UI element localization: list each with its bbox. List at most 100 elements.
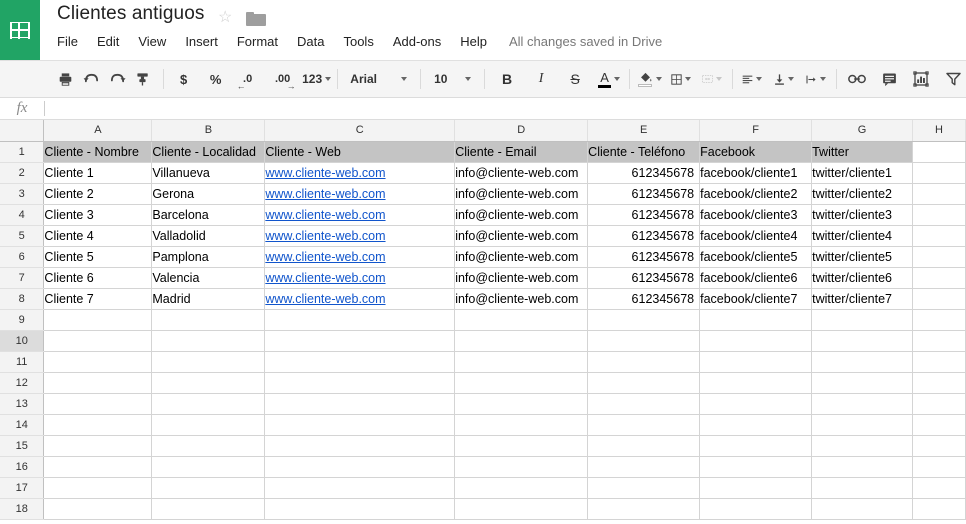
menu-item-format[interactable]: Format (237, 34, 278, 49)
cell-B2[interactable]: Villanueva (152, 162, 265, 183)
row-header-2[interactable]: 2 (0, 162, 44, 183)
column-header-a[interactable]: A (44, 120, 152, 141)
cell-G5[interactable]: twitter/cliente4 (812, 225, 913, 246)
cell-E9[interactable] (588, 309, 700, 330)
row-header-18[interactable]: 18 (0, 498, 44, 519)
cell-D10[interactable] (455, 330, 588, 351)
cell-A6[interactable]: Cliente 5 (44, 246, 152, 267)
cell-G12[interactable] (812, 372, 913, 393)
cell-F12[interactable] (700, 372, 812, 393)
cell-E11[interactable] (588, 351, 700, 372)
cell-G10[interactable] (812, 330, 913, 351)
cell-E13[interactable] (588, 393, 700, 414)
cell-H10[interactable] (913, 330, 966, 351)
cell-H6[interactable] (913, 246, 966, 267)
cell-F14[interactable] (700, 414, 812, 435)
folder-icon[interactable] (246, 12, 266, 26)
cell-link[interactable]: www.cliente-web.com (265, 250, 385, 264)
horizontal-align-icon[interactable] (739, 66, 765, 92)
cell-D9[interactable] (455, 309, 588, 330)
cell-C18[interactable] (265, 498, 455, 519)
cell-E5[interactable]: 612345678 (588, 225, 700, 246)
cell-B13[interactable] (152, 393, 265, 414)
font-family-select[interactable]: Arial (344, 66, 413, 92)
cell-C1[interactable]: Cliente - Web (265, 141, 455, 162)
cell-F8[interactable]: facebook/cliente7 (700, 288, 812, 309)
borders-icon[interactable] (668, 66, 694, 92)
cell-C17[interactable] (265, 477, 455, 498)
cell-H14[interactable] (913, 414, 966, 435)
cell-E2[interactable]: 612345678 (588, 162, 700, 183)
vertical-align-icon[interactable] (771, 66, 797, 92)
cell-link[interactable]: www.cliente-web.com (265, 292, 385, 306)
row-header-8[interactable]: 8 (0, 288, 44, 309)
cell-D11[interactable] (455, 351, 588, 372)
cell-F7[interactable]: facebook/cliente6 (700, 267, 812, 288)
cell-G18[interactable] (812, 498, 913, 519)
cell-H4[interactable] (913, 204, 966, 225)
cell-F16[interactable] (700, 456, 812, 477)
cell-B12[interactable] (152, 372, 265, 393)
cell-C7[interactable]: www.cliente-web.com (265, 267, 455, 288)
cell-B9[interactable] (152, 309, 265, 330)
cell-H3[interactable] (913, 183, 966, 204)
cell-G7[interactable]: twitter/cliente6 (812, 267, 913, 288)
paint-format-icon[interactable] (130, 66, 156, 92)
cell-E6[interactable]: 612345678 (588, 246, 700, 267)
cell-A10[interactable] (44, 330, 152, 351)
cell-E10[interactable] (588, 330, 700, 351)
cell-C8[interactable]: www.cliente-web.com (265, 288, 455, 309)
cell-B4[interactable]: Barcelona (152, 204, 265, 225)
cell-B17[interactable] (152, 477, 265, 498)
number-format-button[interactable]: 123 (304, 66, 330, 92)
cell-B3[interactable]: Gerona (152, 183, 265, 204)
column-header-e[interactable]: E (588, 120, 700, 141)
decrease-decimal-button[interactable]: .0 ← (235, 66, 261, 92)
cell-A3[interactable]: Cliente 2 (44, 183, 152, 204)
cell-F2[interactable]: facebook/cliente1 (700, 162, 812, 183)
cell-D4[interactable]: info@cliente-web.com (455, 204, 588, 225)
cell-H13[interactable] (913, 393, 966, 414)
cell-B1[interactable]: Cliente - Localidad (152, 141, 265, 162)
cell-C5[interactable]: www.cliente-web.com (265, 225, 455, 246)
filter-icon[interactable] (940, 66, 966, 92)
row-header-12[interactable]: 12 (0, 372, 44, 393)
cell-E12[interactable] (588, 372, 700, 393)
font-size-select[interactable]: 10 (428, 66, 477, 92)
cell-B15[interactable] (152, 435, 265, 456)
column-header-d[interactable]: D (455, 120, 588, 141)
cell-A9[interactable] (44, 309, 152, 330)
cell-C16[interactable] (265, 456, 455, 477)
cell-C14[interactable] (265, 414, 455, 435)
cell-C4[interactable]: www.cliente-web.com (265, 204, 455, 225)
cell-D13[interactable] (455, 393, 588, 414)
cell-A5[interactable]: Cliente 4 (44, 225, 152, 246)
star-icon[interactable]: ☆ (218, 10, 232, 26)
cell-D5[interactable]: info@cliente-web.com (455, 225, 588, 246)
cell-B7[interactable]: Valencia (152, 267, 265, 288)
cell-D12[interactable] (455, 372, 588, 393)
cell-E1[interactable]: Cliente - Teléfono (588, 141, 700, 162)
cell-B18[interactable] (152, 498, 265, 519)
cell-D14[interactable] (455, 414, 588, 435)
cell-link[interactable]: www.cliente-web.com (265, 271, 385, 285)
cell-A2[interactable]: Cliente 1 (44, 162, 152, 183)
fill-color-icon[interactable] (637, 66, 663, 92)
cell-G3[interactable]: twitter/cliente2 (812, 183, 913, 204)
menu-item-add-ons[interactable]: Add-ons (393, 34, 441, 49)
print-icon[interactable] (52, 66, 78, 92)
menu-item-insert[interactable]: Insert (185, 34, 218, 49)
cell-C2[interactable]: www.cliente-web.com (265, 162, 455, 183)
italic-button[interactable]: I (528, 66, 554, 92)
cell-D1[interactable]: Cliente - Email (455, 141, 588, 162)
cell-B6[interactable]: Pamplona (152, 246, 265, 267)
cell-D18[interactable] (455, 498, 588, 519)
cell-G6[interactable]: twitter/cliente5 (812, 246, 913, 267)
cell-E18[interactable] (588, 498, 700, 519)
cell-E15[interactable] (588, 435, 700, 456)
cell-link[interactable]: www.cliente-web.com (265, 166, 385, 180)
cell-H1[interactable] (913, 141, 966, 162)
cell-G15[interactable] (812, 435, 913, 456)
cell-E3[interactable]: 612345678 (588, 183, 700, 204)
cell-A7[interactable]: Cliente 6 (44, 267, 152, 288)
